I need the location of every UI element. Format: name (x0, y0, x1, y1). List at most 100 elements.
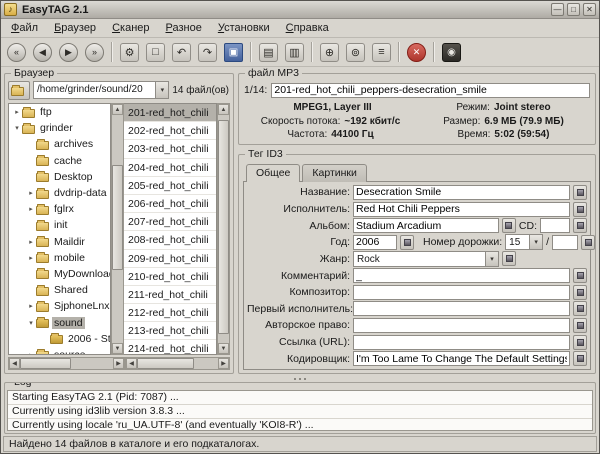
expander-icon[interactable]: ▸ (26, 205, 36, 213)
expander-icon[interactable]: ▸ (26, 351, 36, 355)
tree-item[interactable]: ▸source (9, 347, 110, 355)
genre-combo[interactable]: Rock ▾ (353, 251, 499, 267)
expander-icon[interactable]: ▾ (26, 319, 36, 327)
tree-item[interactable]: 2006 - Sta (9, 331, 110, 347)
filelist-hscroll-track[interactable] (137, 358, 218, 369)
file-list-item[interactable]: 213-red_hot_chili (124, 322, 216, 340)
path-combo[interactable]: /home/grinder/sound/20 ▾ (33, 81, 169, 99)
url-input[interactable] (353, 335, 570, 350)
file-list-item[interactable]: 212-red_hot_chili (124, 304, 216, 322)
cddb-button[interactable]: ⊚ (343, 40, 368, 65)
tree-hscroll-thumb[interactable] (20, 358, 71, 369)
copyright-input[interactable] (353, 318, 570, 333)
tab-images[interactable]: Картинки (302, 164, 367, 182)
scroll-down-icon[interactable]: ▼ (218, 343, 229, 354)
apply-composer-button[interactable] (573, 285, 587, 300)
tree-horizontal-scrollbar[interactable]: ◀ ▶ (8, 357, 125, 370)
tree-item[interactable]: ▸Maildir (9, 234, 110, 250)
expander-icon[interactable]: ▸ (26, 238, 36, 246)
artist-input[interactable] (353, 202, 570, 217)
apply-orig-artist-button[interactable] (573, 301, 587, 316)
file-list-item[interactable]: 204-red_hot_chili (124, 159, 216, 177)
file-list-item[interactable]: 210-red_hot_chili (124, 268, 216, 286)
tree-item[interactable]: ▸ftp (9, 104, 110, 120)
select-all-button[interactable]: ▤ (256, 40, 281, 65)
apply-copyright-button[interactable] (573, 318, 587, 333)
apply-comment-button[interactable] (573, 268, 587, 283)
search-button[interactable]: ⊕ (317, 40, 342, 65)
tree-vertical-scrollbar[interactable]: ▲ ▼ (111, 103, 124, 355)
expander-icon[interactable]: ▸ (26, 302, 36, 310)
playlist-button[interactable]: ≡ (369, 40, 394, 65)
cd-input[interactable] (540, 218, 570, 233)
expander-icon[interactable]: ▸ (26, 189, 36, 197)
filename-input[interactable] (271, 83, 590, 98)
orig-artist-input[interactable] (353, 301, 570, 316)
tree-item[interactable]: Desktop (9, 169, 110, 185)
first-file-button[interactable]: « (4, 40, 29, 65)
filelist-hscroll-thumb[interactable] (137, 358, 194, 369)
file-list-item[interactable]: 205-red_hot_chili (124, 177, 216, 195)
encoder-input[interactable] (353, 351, 570, 366)
apply-artist-button[interactable] (573, 202, 587, 217)
stop-button[interactable]: ✕ (404, 40, 429, 65)
tree-item[interactable]: ▸SjphoneLnx-2 (9, 298, 110, 314)
quit-button[interactable]: ◉ (439, 40, 464, 65)
filelist-vertical-scrollbar[interactable]: ▲ ▼ (217, 103, 230, 355)
file-list-item[interactable]: 201-red_hot_chili (124, 104, 216, 122)
file-list-item[interactable]: 207-red_hot_chili (124, 213, 216, 231)
undo-button[interactable]: ↶ (169, 40, 194, 65)
menu-item[interactable]: Справка (278, 20, 337, 37)
close-button[interactable]: ✕ (583, 3, 596, 16)
menu-item[interactable]: Сканер (104, 20, 157, 37)
titlebar[interactable]: ♪ EasyTAG 2.1 — □ ✕ (1, 1, 599, 19)
filelist-horizontal-scrollbar[interactable]: ◀ ▶ (125, 357, 230, 370)
remove-tags-button[interactable]: □ (143, 40, 168, 65)
file-list-item[interactable]: 209-red_hot_chili (124, 250, 216, 268)
tree-item[interactable]: cache (9, 153, 110, 169)
filelist-scroll-thumb[interactable] (218, 120, 229, 334)
next-file-button[interactable]: ▶ (56, 40, 81, 65)
apply-title-button[interactable] (573, 185, 587, 200)
filelist-scroll-track[interactable] (218, 115, 229, 343)
last-file-button[interactable]: » (82, 40, 107, 65)
scroll-left-icon[interactable]: ◀ (126, 358, 137, 369)
apply-genre-button[interactable] (502, 251, 516, 266)
title-input[interactable] (353, 185, 570, 200)
tree-hscroll-track[interactable] (20, 358, 113, 369)
scroll-right-icon[interactable]: ▶ (218, 358, 229, 369)
year-input[interactable] (353, 235, 397, 250)
save-files-button[interactable]: ▣ (221, 40, 246, 65)
file-list-item[interactable]: 203-red_hot_chili (124, 140, 216, 158)
file-list-item[interactable]: 208-red_hot_chili (124, 231, 216, 249)
splitter-handle[interactable] (1, 375, 599, 382)
file-list-item[interactable]: 202-red_hot_chili (124, 122, 216, 140)
minimize-button[interactable]: — (551, 3, 564, 16)
tab-general[interactable]: Общее (246, 164, 300, 182)
track-combo[interactable]: 15 ▾ (505, 234, 543, 250)
redo-button[interactable]: ↷ (195, 40, 220, 65)
tree-item[interactable]: ▾grinder (9, 120, 110, 136)
scroll-up-icon[interactable]: ▲ (112, 104, 123, 115)
tree-item[interactable]: MyDownloads (9, 266, 110, 282)
apply-album-button[interactable] (502, 218, 516, 233)
tree-item[interactable]: archives (9, 136, 110, 152)
album-input[interactable] (353, 218, 499, 233)
go-to-parent-button[interactable] (8, 81, 30, 100)
file-list-item[interactable]: 211-red_hot_chili (124, 286, 216, 304)
tree-item[interactable]: Shared (9, 282, 110, 298)
file-list-item[interactable]: 206-red_hot_chili (124, 195, 216, 213)
tree-scroll-thumb[interactable] (112, 165, 123, 270)
file-list-item[interactable]: 214-red_hot_chili (124, 340, 216, 355)
chevron-down-icon[interactable]: ▾ (529, 235, 542, 249)
scan-files-button[interactable]: ⚙ (117, 40, 142, 65)
chevron-down-icon[interactable]: ▾ (155, 82, 168, 98)
apply-encoder-button[interactable] (573, 351, 587, 366)
scroll-left-icon[interactable]: ◀ (9, 358, 20, 369)
chevron-down-icon[interactable]: ▾ (485, 252, 498, 266)
expander-icon[interactable]: ▸ (26, 254, 36, 262)
menu-item[interactable]: Установки (210, 20, 278, 37)
tree-scroll-track[interactable] (112, 115, 123, 343)
invert-selection-button[interactable]: ▥ (282, 40, 307, 65)
track-total-input[interactable] (552, 235, 578, 250)
